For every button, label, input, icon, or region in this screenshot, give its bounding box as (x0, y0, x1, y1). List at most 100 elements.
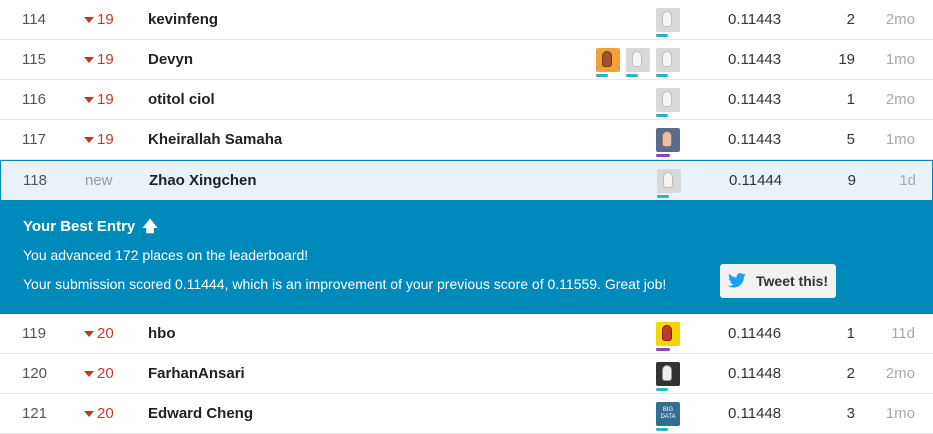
avatar-image-icon (662, 364, 672, 381)
rank-cell: 117 (22, 131, 46, 148)
tier-badge (626, 73, 638, 77)
arrow-down-icon (84, 16, 94, 23)
avatar[interactable] (656, 361, 680, 391)
rank-change: 19 (84, 0, 134, 39)
avatar-image-icon (662, 10, 672, 27)
last-submission: 2mo (885, 11, 915, 28)
rank-change-value: 20 (97, 405, 114, 422)
tweet-button-label: Tweet this! (756, 273, 829, 289)
leaderboard-rows-bottom: 119 20 hbo 0.11446 1 11d 120 20 FarhanAnsari 0.11… (0, 314, 933, 434)
table-row[interactable]: 116 19 otitol ciol 0.11443 1 2mo (0, 80, 933, 120)
best-entry-score-text: Your submission scored 0.11444, which is… (23, 276, 667, 292)
rank-change-value: 20 (97, 325, 114, 342)
last-submission: 11d (891, 325, 915, 342)
avatar[interactable]: BIG DATA (656, 401, 680, 431)
score: 0.11448 (728, 405, 782, 422)
table-row[interactable]: 118 new Zhao Xingchen 0.11444 9 1d (0, 160, 933, 200)
tier-badge (596, 73, 608, 77)
best-entry-title-text: Your Best Entry (23, 218, 136, 235)
avatar-image-icon (663, 171, 673, 188)
avatar[interactable] (596, 47, 620, 77)
avatar[interactable] (657, 168, 681, 198)
tier-badge (656, 153, 670, 157)
entries-count: 3 (846, 405, 855, 422)
avatar-image-icon (662, 324, 672, 341)
rank-change: 20 (84, 354, 134, 393)
avatar-image-icon (602, 50, 612, 67)
team-name[interactable]: Zhao Xingchen (149, 161, 479, 200)
tier-badge (656, 33, 668, 37)
tweet-button[interactable]: Tweet this! (720, 264, 836, 298)
score: 0.11443 (728, 11, 782, 28)
avatar[interactable] (656, 127, 680, 157)
team-members: BIG DATA (590, 394, 680, 433)
score: 0.11443 (728, 91, 782, 108)
rank-change: 20 (84, 314, 134, 353)
team-name[interactable]: Edward Cheng (148, 394, 478, 433)
team-name[interactable]: Devyn (148, 40, 478, 79)
table-row[interactable]: 117 19 Kheirallah Samaha 0.11443 5 1mo (0, 120, 933, 160)
rank-change: 19 (84, 120, 134, 159)
avatar[interactable] (656, 321, 680, 351)
rank-change-value: 20 (97, 365, 114, 382)
team-name[interactable]: FarhanAnsari (148, 354, 478, 393)
entries-count: 2 (846, 11, 855, 28)
tier-badge (656, 113, 668, 117)
last-submission: 2mo (885, 365, 915, 382)
table-row[interactable]: 121 20 Edward Cheng BIG DATA 0.11448 3 1mo (0, 394, 933, 434)
entries-count: 19 (838, 51, 855, 68)
rank-change: 20 (84, 394, 134, 433)
best-entry-title: Your Best Entry 🡅 (23, 216, 158, 241)
team-name[interactable]: hbo (148, 314, 478, 353)
table-row[interactable]: 120 20 FarhanAnsari 0.11448 2 2mo (0, 354, 933, 394)
avatar[interactable] (656, 47, 680, 77)
arrow-down-icon (84, 56, 94, 63)
last-submission: 2mo (885, 91, 915, 108)
arrow-down-icon (84, 370, 94, 377)
team-name[interactable]: otitol ciol (148, 80, 478, 119)
last-submission: 1d (899, 172, 916, 189)
rank-change-value: 19 (97, 51, 114, 68)
rank-change: 19 (84, 80, 134, 119)
best-entry-advance-text: You advanced 172 places on the leaderboa… (23, 247, 309, 263)
arrow-down-icon (84, 330, 94, 337)
last-submission: 1mo (885, 405, 915, 422)
table-row[interactable]: 114 19 kevinfeng 0.11443 2 2mo (0, 0, 933, 40)
arrow-down-icon (84, 410, 94, 417)
team-members (590, 120, 680, 159)
entries-count: 1 (846, 325, 855, 342)
rank-change-value: 19 (97, 91, 114, 108)
avatar-image-icon (662, 50, 672, 67)
leaderboard: 114 19 kevinfeng 0.11443 2 2mo 115 19 Devyn 0.114… (0, 0, 933, 434)
team-members (590, 80, 680, 119)
table-row[interactable]: 115 19 Devyn 0.11443 19 1mo (0, 40, 933, 80)
score: 0.11443 (728, 131, 782, 148)
best-entry-banner: Your Best Entry 🡅 You advanced 172 place… (0, 200, 933, 314)
avatar[interactable] (656, 87, 680, 117)
entries-count: 5 (846, 131, 855, 148)
team-members (590, 40, 680, 79)
team-members (591, 161, 681, 200)
avatar-image-icon (662, 130, 672, 147)
last-submission: 1mo (885, 131, 915, 148)
rank-cell: 115 (22, 51, 46, 68)
avatar[interactable] (656, 7, 680, 37)
entries-count: 9 (847, 172, 856, 189)
team-members (590, 354, 680, 393)
team-members (590, 0, 680, 39)
table-row[interactable]: 119 20 hbo 0.11446 1 11d (0, 314, 933, 354)
tier-badge (656, 347, 670, 351)
leaderboard-rows-top: 114 19 kevinfeng 0.11443 2 2mo 115 19 Devyn 0.114… (0, 0, 933, 200)
tier-badge (657, 194, 669, 198)
team-name[interactable]: Kheirallah Samaha (148, 120, 478, 159)
last-submission: 1mo (885, 51, 915, 68)
team-members (590, 314, 680, 353)
rank-cell: 118 (23, 172, 47, 189)
score: 0.11448 (728, 365, 782, 382)
arrow-down-icon (84, 96, 94, 103)
avatar[interactable] (626, 47, 650, 77)
rank-cell: 114 (22, 11, 46, 28)
tier-badge (656, 73, 668, 77)
team-name[interactable]: kevinfeng (148, 0, 478, 39)
score: 0.11444 (729, 172, 783, 189)
